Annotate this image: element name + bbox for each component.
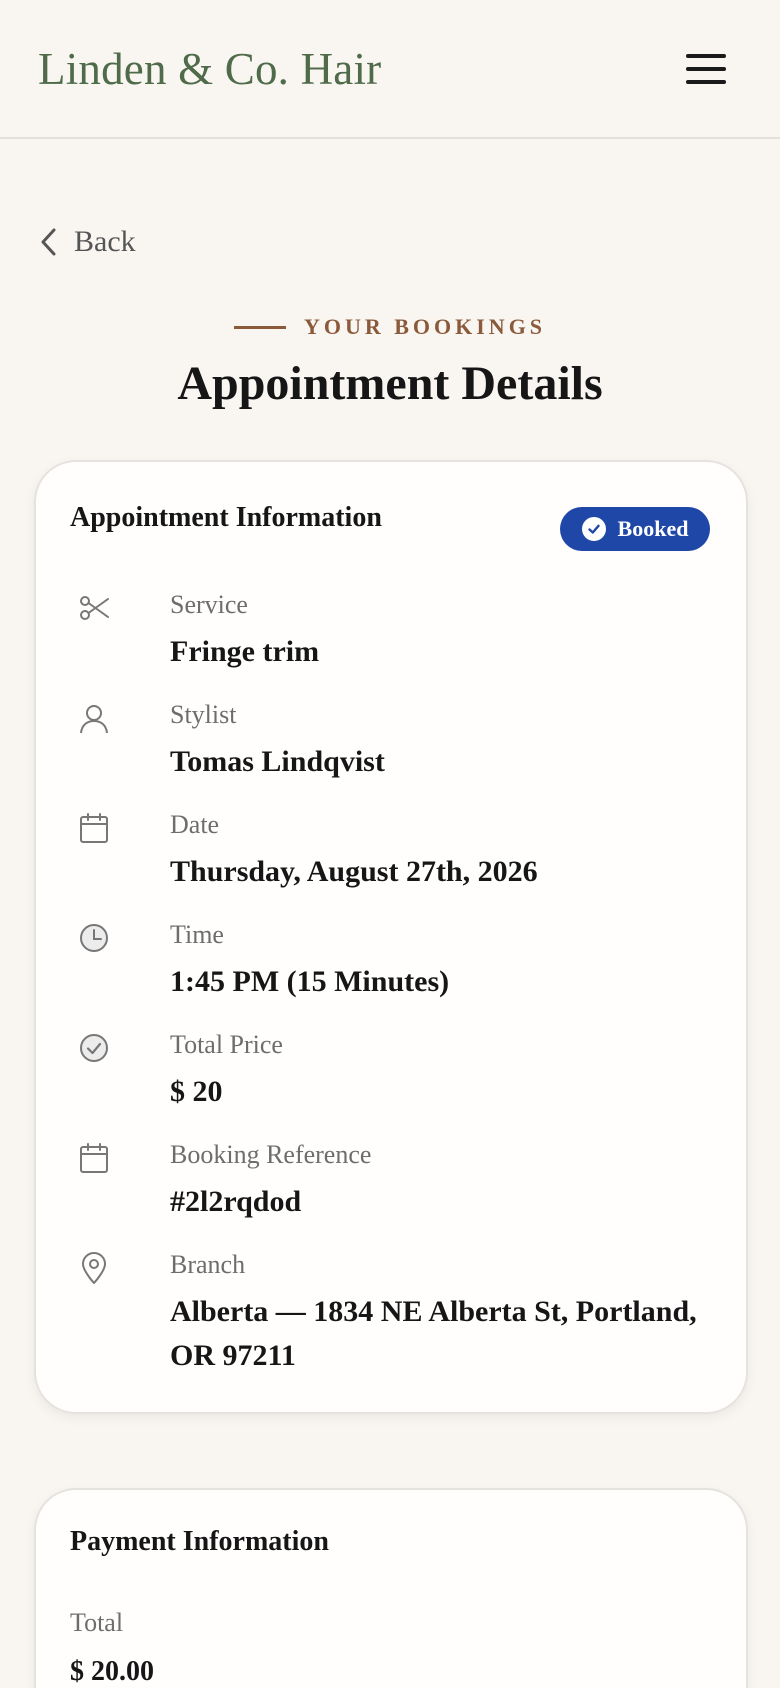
booking-reference-label: Booking Reference <box>170 1140 372 1169</box>
status-label: Booked <box>617 516 689 541</box>
total-price-label: Total Price <box>170 1030 283 1059</box>
scissors-icon <box>80 596 109 620</box>
eyebrow-text: YOUR BOOKINGS <box>303 314 547 339</box>
booking-reference-value: #2l2rqdod <box>170 1185 302 1218</box>
chevron-left-icon <box>41 228 56 256</box>
payment-total-label: Total <box>70 1608 124 1637</box>
brand-logo[interactable]: Linden & Co. Hair <box>38 43 381 95</box>
site-header: Linden & Co. Hair <box>0 0 780 139</box>
service-label: Service <box>170 590 248 619</box>
section-eyebrow: YOUR BOOKINGS <box>0 314 780 340</box>
payment-card-title: Payment Information <box>70 1526 329 1557</box>
clock-icon <box>80 924 108 952</box>
total-price-value: $ 20 <box>170 1075 223 1108</box>
stylist-value: Tomas Lindqvist <box>170 745 385 778</box>
appointment-card-title: Appointment Information <box>70 502 382 533</box>
back-button[interactable]: Back <box>38 225 136 259</box>
hamburger-menu-icon[interactable] <box>686 53 726 84</box>
status-badge: Booked <box>560 507 710 551</box>
map-pin-icon <box>82 1252 106 1284</box>
time-value: 1:45 PM (15 Minutes) <box>170 965 450 998</box>
back-label: Back <box>74 225 136 258</box>
calendar-icon <box>80 1143 108 1173</box>
user-icon <box>80 705 108 734</box>
appointment-info-card: Appointment Information Booked Service F… <box>34 460 748 1414</box>
calendar-icon <box>80 813 108 843</box>
branch-value: Alberta — 1834 NE Alberta St, Portland, … <box>170 1295 697 1372</box>
branch-label: Branch <box>170 1250 246 1279</box>
page-title: Appointment Details <box>177 357 603 410</box>
check-icon <box>581 517 606 541</box>
payment-info-card: Payment Information Total $ 20.00 <box>34 1488 748 1688</box>
stylist-label: Stylist <box>170 700 237 729</box>
eyebrow-divider <box>233 325 286 329</box>
date-label: Date <box>170 810 220 839</box>
payment-total-value: $ 20.00 <box>70 1656 154 1687</box>
service-value: Fringe trim <box>170 635 320 668</box>
date-value: Thursday, August 27th, 2026 <box>170 855 538 888</box>
time-label: Time <box>170 920 224 949</box>
check-circle-icon <box>80 1034 108 1062</box>
